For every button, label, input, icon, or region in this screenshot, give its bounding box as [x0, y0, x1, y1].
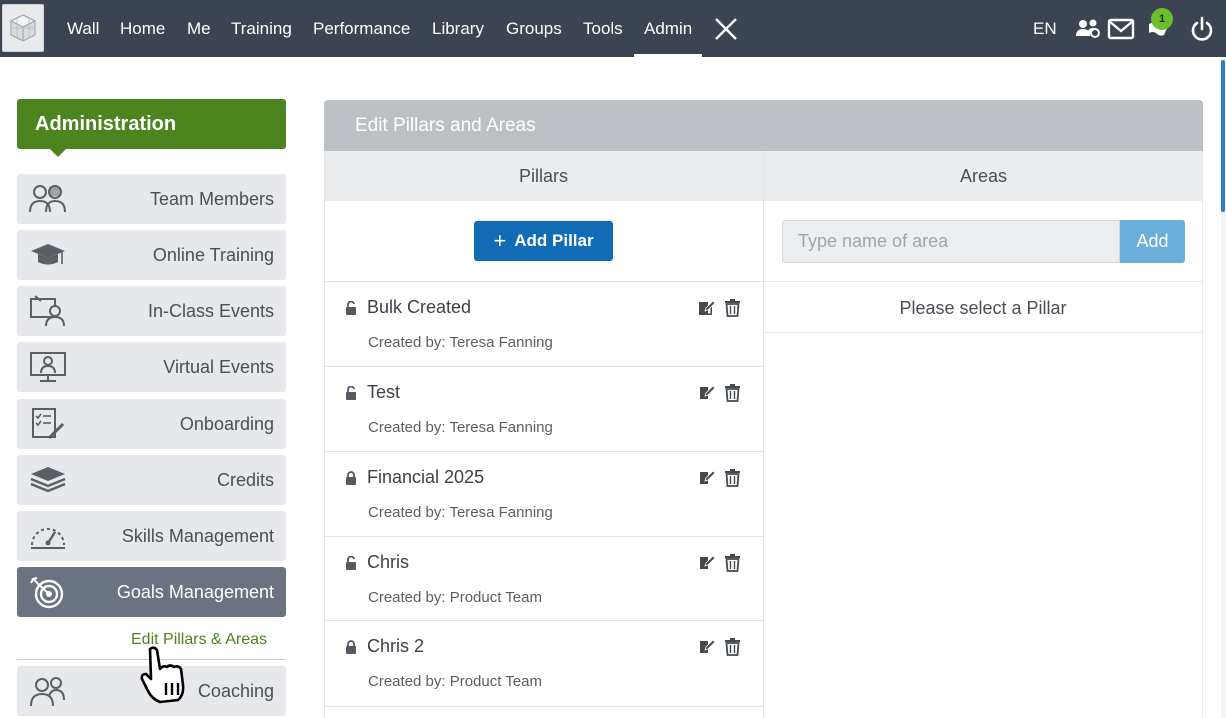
x-logo-icon[interactable]	[713, 16, 739, 42]
pillar-row[interactable]: Bulk Created Created by: Teresa Fanning	[325, 281, 763, 366]
pillar-created-by: Created by: Teresa Fanning	[368, 504, 553, 521]
nav-training[interactable]: Training	[231, 0, 292, 57]
notification-badge: 1	[1151, 8, 1173, 30]
panel-border	[1202, 151, 1203, 718]
unlock-icon[interactable]	[345, 301, 357, 315]
top-navigation-bar: Wall Home Me Training Performance Librar…	[0, 0, 1226, 57]
areas-column-header: Areas	[764, 151, 1203, 201]
add-pillar-label: Add Pillar	[514, 231, 594, 250]
pillar-name: Bulk Created	[367, 297, 472, 317]
sidebar-item-label: Virtual Events	[163, 357, 274, 377]
nav-admin[interactable]: Admin	[633, 0, 703, 57]
lock-icon[interactable]	[345, 471, 357, 485]
lock-icon[interactable]	[345, 640, 357, 654]
select-pillar-message: Please select a Pillar	[764, 281, 1202, 333]
pillar-row[interactable]: Chris 2 Created by: Product Team	[325, 620, 763, 718]
sidebar-item-label: Skills Management	[121, 526, 274, 546]
pillar-row[interactable]: Financial 2025 Created by: Teresa Fannin…	[325, 451, 763, 536]
trash-icon[interactable]	[724, 383, 741, 402]
panel-title: Edit Pillars and Areas	[324, 100, 1203, 151]
sidebar-item-online-training[interactable]: Online Training	[17, 230, 286, 280]
language-selector[interactable]: EN	[1033, 0, 1057, 57]
edit-icon[interactable]	[698, 554, 715, 571]
add-area-button[interactable]: Add	[1120, 220, 1185, 263]
administration-header: Administration	[17, 99, 286, 157]
pillar-name: Financial 2025	[367, 467, 485, 487]
graduation-cap-icon	[31, 244, 65, 265]
sidebar-item-label: Credits	[216, 470, 274, 490]
nav-tools[interactable]: Tools	[583, 0, 623, 57]
nav-library[interactable]: Library	[432, 0, 484, 57]
area-name-input[interactable]	[782, 220, 1120, 263]
sidebar-item-virtual-events[interactable]: Virtual Events	[17, 342, 286, 392]
sidebar-item-skills-management[interactable]: Skills Management	[17, 511, 286, 561]
classroom-icon	[30, 295, 65, 327]
trash-icon[interactable]	[724, 468, 741, 487]
mail-icon[interactable]	[1107, 16, 1135, 42]
people-group-icon[interactable]	[1074, 16, 1102, 42]
trash-icon[interactable]	[724, 553, 741, 572]
edit-icon[interactable]	[698, 384, 715, 401]
add-pillar-button[interactable]: + Add Pillar	[474, 221, 613, 261]
sidebar-item-label: Goals Management	[116, 582, 274, 602]
gauge-icon	[31, 528, 65, 549]
unlock-icon[interactable]	[345, 386, 357, 400]
pillar-created-by: Created by: Product Team	[368, 589, 542, 606]
trash-icon[interactable]	[724, 637, 741, 656]
scrollbar-thumb[interactable]	[1221, 60, 1225, 212]
edit-icon[interactable]	[698, 299, 715, 316]
hand-pointer-cursor-icon	[140, 646, 185, 704]
pillar-name: Chris 2	[367, 636, 425, 656]
unlock-icon[interactable]	[345, 556, 357, 570]
nav-performance[interactable]: Performance	[313, 0, 410, 57]
pillar-created-by: Created by: Teresa Fanning	[368, 419, 553, 436]
row-divider	[325, 706, 763, 707]
pillar-created-by: Created by: Teresa Fanning	[368, 334, 553, 351]
nav-home[interactable]: Home	[120, 0, 165, 57]
team-members-icon	[29, 185, 66, 213]
pillar-row[interactable]: Chris Created by: Product Team	[325, 536, 763, 621]
sidebar-item-goals-management[interactable]: Goals Management	[17, 567, 286, 617]
sidebar-item-in-class-events[interactable]: In-Class Events	[17, 286, 286, 336]
sidebar-item-label: Coaching	[197, 681, 274, 701]
sidebar-item-label: Team Members	[149, 189, 274, 209]
edit-icon[interactable]	[698, 469, 715, 486]
sidebar-item-label: Online Training	[152, 245, 274, 265]
sidebar-item-label: Onboarding	[179, 414, 274, 434]
app-logo[interactable]	[2, 4, 44, 52]
sidebar-item-team-members[interactable]: Team Members	[17, 174, 286, 224]
target-icon	[30, 577, 64, 609]
sidebar-item-credits[interactable]: Credits	[17, 455, 286, 505]
nav-me[interactable]: Me	[187, 0, 211, 57]
column-divider	[763, 151, 764, 718]
trash-icon[interactable]	[724, 298, 741, 317]
nav-groups[interactable]: Groups	[506, 0, 562, 57]
sidebar-item-onboarding[interactable]: Onboarding	[17, 399, 286, 449]
checklist-icon	[32, 408, 65, 440]
coaching-icon	[30, 677, 65, 707]
power-icon[interactable]	[1188, 16, 1216, 42]
pillar-name: Chris	[367, 552, 410, 572]
sidebar-item-label: In-Class Events	[147, 301, 274, 321]
pillars-column-header: Pillars	[324, 151, 763, 201]
logo-cube-icon	[9, 14, 37, 42]
pillar-row[interactable]: Test Created by: Teresa Fanning	[325, 366, 763, 451]
nav-wall[interactable]: Wall	[67, 0, 99, 57]
edit-icon[interactable]	[698, 638, 715, 655]
plus-icon: +	[493, 228, 507, 253]
layers-icon	[30, 467, 66, 493]
monitor-person-icon	[30, 352, 66, 382]
pillar-name: Test	[367, 382, 401, 402]
pillar-created-by: Created by: Product Team	[368, 673, 542, 690]
